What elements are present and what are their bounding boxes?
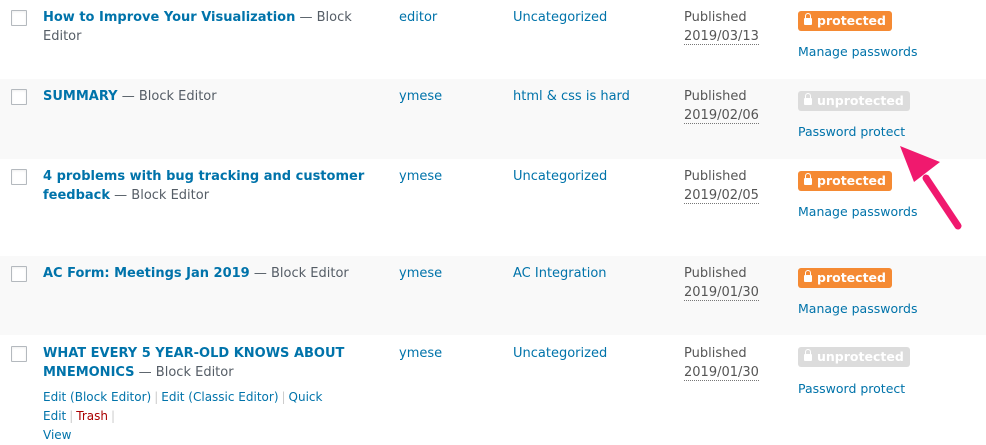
post-title-link[interactable]: 4 problems with bug tracking and custome…	[43, 169, 364, 184]
annotation-arrow-icon	[900, 146, 962, 230]
post-date: Published 2019/02/06	[684, 87, 759, 125]
post-title-link[interactable]: How to Improve Your Visualization	[43, 10, 295, 25]
post-row-5: WHAT EVERY 5 YEAR-OLD KNOWS ABOUT MNEMONI…	[0, 335, 986, 442]
post-title-cell: AC Form: Meetings Jan 2019 — Block Edito…	[43, 264, 373, 283]
post-title-link[interactable]: AC Form: Meetings Jan 2019	[43, 266, 250, 281]
action-separator: |	[111, 409, 116, 423]
post-state: — Block Editor	[249, 266, 349, 281]
row-checkbox[interactable]	[11, 169, 27, 185]
post-title-link[interactable]: WHAT EVERY 5 YEAR-OLD KNOWS ABOUT	[43, 346, 344, 361]
post-date: Published 2019/01/30	[684, 264, 759, 302]
post-state: — Block Editor	[134, 365, 234, 380]
badge-label: unprotected	[817, 349, 904, 364]
post-row-3: 4 problems with bug tracking and custome…	[0, 159, 986, 256]
trash-link[interactable]: Trash	[76, 409, 108, 423]
post-title-link[interactable]: SUMMARY	[43, 89, 118, 104]
badge-label: protected	[817, 270, 886, 285]
row-checkbox[interactable]	[11, 10, 27, 26]
protection-badge: unprotected	[798, 91, 910, 111]
post-date: Published 2019/03/13	[684, 8, 759, 46]
date-value: 2019/01/30	[684, 285, 759, 301]
category-link[interactable]: Uncategorized	[513, 8, 607, 27]
action-separator: |	[281, 390, 286, 404]
post-status: Published	[684, 10, 747, 25]
post-state: — Block Editor	[117, 89, 217, 104]
protection-badge: protected	[798, 268, 892, 288]
lock-icon	[804, 13, 812, 26]
post-title-cell: WHAT EVERY 5 YEAR-OLD KNOWS ABOUT MNEMONI…	[43, 344, 373, 382]
category-link[interactable]: Uncategorized	[513, 167, 607, 186]
manage-passwords-link[interactable]: Manage passwords	[798, 300, 917, 318]
protection-badge: protected	[798, 11, 892, 31]
category-link[interactable]: AC Integration	[513, 264, 607, 283]
post-row-2: SUMMARY — Block Editor ymese html & css …	[0, 79, 986, 159]
badge-label: protected	[817, 173, 886, 188]
view-link[interactable]: View	[43, 428, 71, 442]
author-link[interactable]: editor	[399, 8, 437, 27]
post-status: Published	[684, 89, 747, 104]
date-value: 2019/02/05	[684, 188, 759, 204]
post-status: Published	[684, 169, 747, 184]
password-protect-link[interactable]: Password protect	[798, 380, 905, 398]
post-row-1: How to Improve Your Visualization — Bloc…	[0, 0, 986, 79]
post-status: Published	[684, 346, 747, 361]
badge-label: protected	[817, 13, 886, 28]
row-checkbox[interactable]	[11, 266, 27, 282]
edit-classic-editor-link[interactable]: Edit (Classic Editor)	[161, 390, 278, 404]
date-value: 2019/02/06	[684, 108, 759, 124]
author-link[interactable]: ymese	[399, 87, 442, 106]
post-title-link-line2[interactable]: MNEMONICS	[43, 365, 135, 380]
edit-block-editor-link[interactable]: Edit (Block Editor)	[43, 390, 151, 404]
row-checkbox[interactable]	[11, 89, 27, 105]
protection-badge: unprotected	[798, 347, 910, 367]
category-link[interactable]: html & css is hard	[513, 87, 630, 106]
action-separator: |	[69, 409, 74, 423]
manage-passwords-link[interactable]: Manage passwords	[798, 43, 917, 61]
lock-icon	[804, 93, 812, 106]
password-protect-link[interactable]: Password protect	[798, 123, 905, 141]
post-state: — Block Editor	[110, 188, 210, 203]
action-separator: |	[154, 390, 159, 404]
badge-label: unprotected	[817, 93, 904, 108]
author-link[interactable]: ymese	[399, 344, 442, 363]
post-row-4: AC Form: Meetings Jan 2019 — Block Edito…	[0, 256, 986, 335]
category-link[interactable]: Uncategorized	[513, 344, 607, 363]
post-date: Published 2019/02/05	[684, 167, 759, 205]
lock-icon	[804, 173, 812, 186]
lock-icon	[804, 270, 812, 283]
row-checkbox[interactable]	[11, 346, 27, 362]
lock-icon	[804, 349, 812, 362]
post-title-cell: SUMMARY — Block Editor	[43, 87, 373, 106]
author-link[interactable]: ymese	[399, 264, 442, 283]
post-title-cell: 4 problems with bug tracking and custome…	[43, 167, 373, 205]
date-value: 2019/03/13	[684, 29, 759, 45]
post-title-cell: How to Improve Your Visualization — Bloc…	[43, 8, 373, 46]
author-link[interactable]: ymese	[399, 167, 442, 186]
post-title-link-line2[interactable]: feedback	[43, 188, 110, 203]
date-value: 2019/01/30	[684, 365, 759, 381]
row-actions: Edit (Block Editor) | Edit (Classic Editor…	[43, 388, 393, 445]
post-date: Published 2019/01/30	[684, 344, 759, 382]
protection-badge: protected	[798, 171, 892, 191]
post-status: Published	[684, 266, 747, 281]
